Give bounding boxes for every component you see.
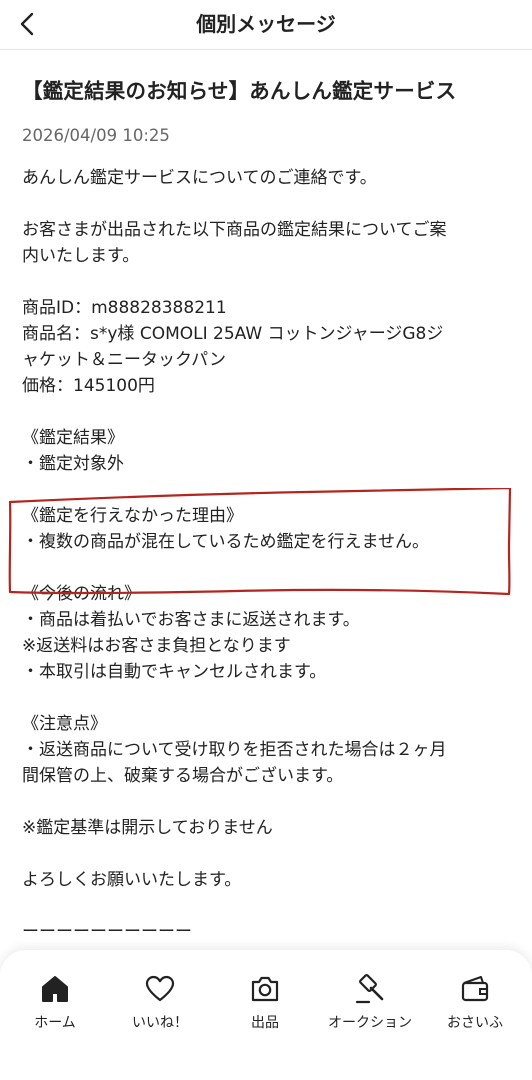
message-line: 《鑑定結果》	[22, 428, 124, 448]
camera-icon	[251, 976, 279, 1001]
message-title: 【鑑定結果のお知らせ】あんしん鑑定サービス	[22, 79, 457, 103]
message-line: ・商品は着払いでお客さまに返送されます。	[22, 610, 360, 630]
message-date: 2026/04/09 10:25	[22, 126, 170, 145]
message-line: ・鑑定対象外	[22, 454, 124, 474]
message-line: ・返送商品について受け取りを拒否された場合は２ヶ月	[22, 740, 447, 760]
message-line: ・複数の商品が混在しているため鑑定を行えません。	[22, 532, 429, 552]
tab-sell[interactable]: 出品	[212, 972, 318, 1032]
wallet-icon	[461, 975, 489, 1001]
message-line	[22, 477, 512, 503]
tab-label: オークション	[328, 1015, 412, 1031]
message-line: 《鑑定を行えなかった理由》	[22, 506, 243, 526]
message-line: お客さまが出品された以下商品の鑑定結果についてご案	[22, 220, 447, 240]
tab-label: ホーム	[34, 1015, 76, 1031]
tab-likes[interactable]: いいね！	[107, 972, 213, 1032]
message-line	[22, 399, 512, 425]
message-line	[22, 269, 512, 295]
message-line: ・本取引は自動でキャンセルされます。	[22, 662, 327, 682]
tab-label: いいね！	[132, 1015, 188, 1031]
tab-label: 出品	[251, 1015, 279, 1031]
message-line	[22, 893, 512, 919]
message-line	[22, 555, 512, 581]
message-line: 内いたします。	[22, 246, 140, 266]
message-line: 間保管の上、破棄する場合がございます。	[22, 766, 344, 786]
message-line: 《今後の流れ》	[22, 584, 141, 604]
heart-icon	[145, 975, 175, 1001]
message-line: 商品名：s*y様 COMOLI 25AW コットンジャージG8ジ	[22, 324, 444, 344]
message-body: あんしん鑑定サービスについてのご連絡です。お客さまが出品された以下商品の鑑定結果…	[22, 165, 512, 945]
message-line: ※返送料はお客さま負担となります	[22, 636, 291, 656]
header-bar: 個別メッセージ	[0, 0, 532, 50]
page-title: 個別メッセージ	[196, 12, 336, 36]
bottom-tab-bar: ホーム いいね！ 出品 オークション おさいふ	[0, 950, 532, 1080]
tab-auction[interactable]: オークション	[317, 972, 423, 1032]
message-line: 商品ID：m88828388211	[22, 298, 227, 318]
gavel-icon	[355, 973, 384, 1003]
message-line: 《注意点》	[22, 714, 107, 734]
tab-label: おさいふ	[447, 1015, 503, 1031]
message-line: あんしん鑑定サービスについてのご連絡です。	[22, 168, 377, 188]
message-line: 価格：145100円	[22, 376, 155, 396]
tab-home[interactable]: ホーム	[2, 972, 108, 1032]
tab-wallet[interactable]: おさいふ	[422, 972, 528, 1032]
message-content: 【鑑定結果のお知らせ】あんしん鑑定サービス 2026/04/09 10:25 あ…	[0, 50, 532, 950]
home-icon	[42, 975, 68, 1002]
message-line	[22, 789, 512, 815]
message-line: ※鑑定基準は開示しておりません	[22, 818, 273, 838]
message-line: ャケット＆ニータックパン	[22, 350, 226, 370]
message-line: よろしくお願いいたします。	[22, 870, 242, 890]
message-line	[22, 191, 512, 217]
message-line: ーーーーーーーーーー	[22, 922, 192, 942]
message-line	[22, 841, 512, 867]
message-line	[22, 685, 512, 711]
